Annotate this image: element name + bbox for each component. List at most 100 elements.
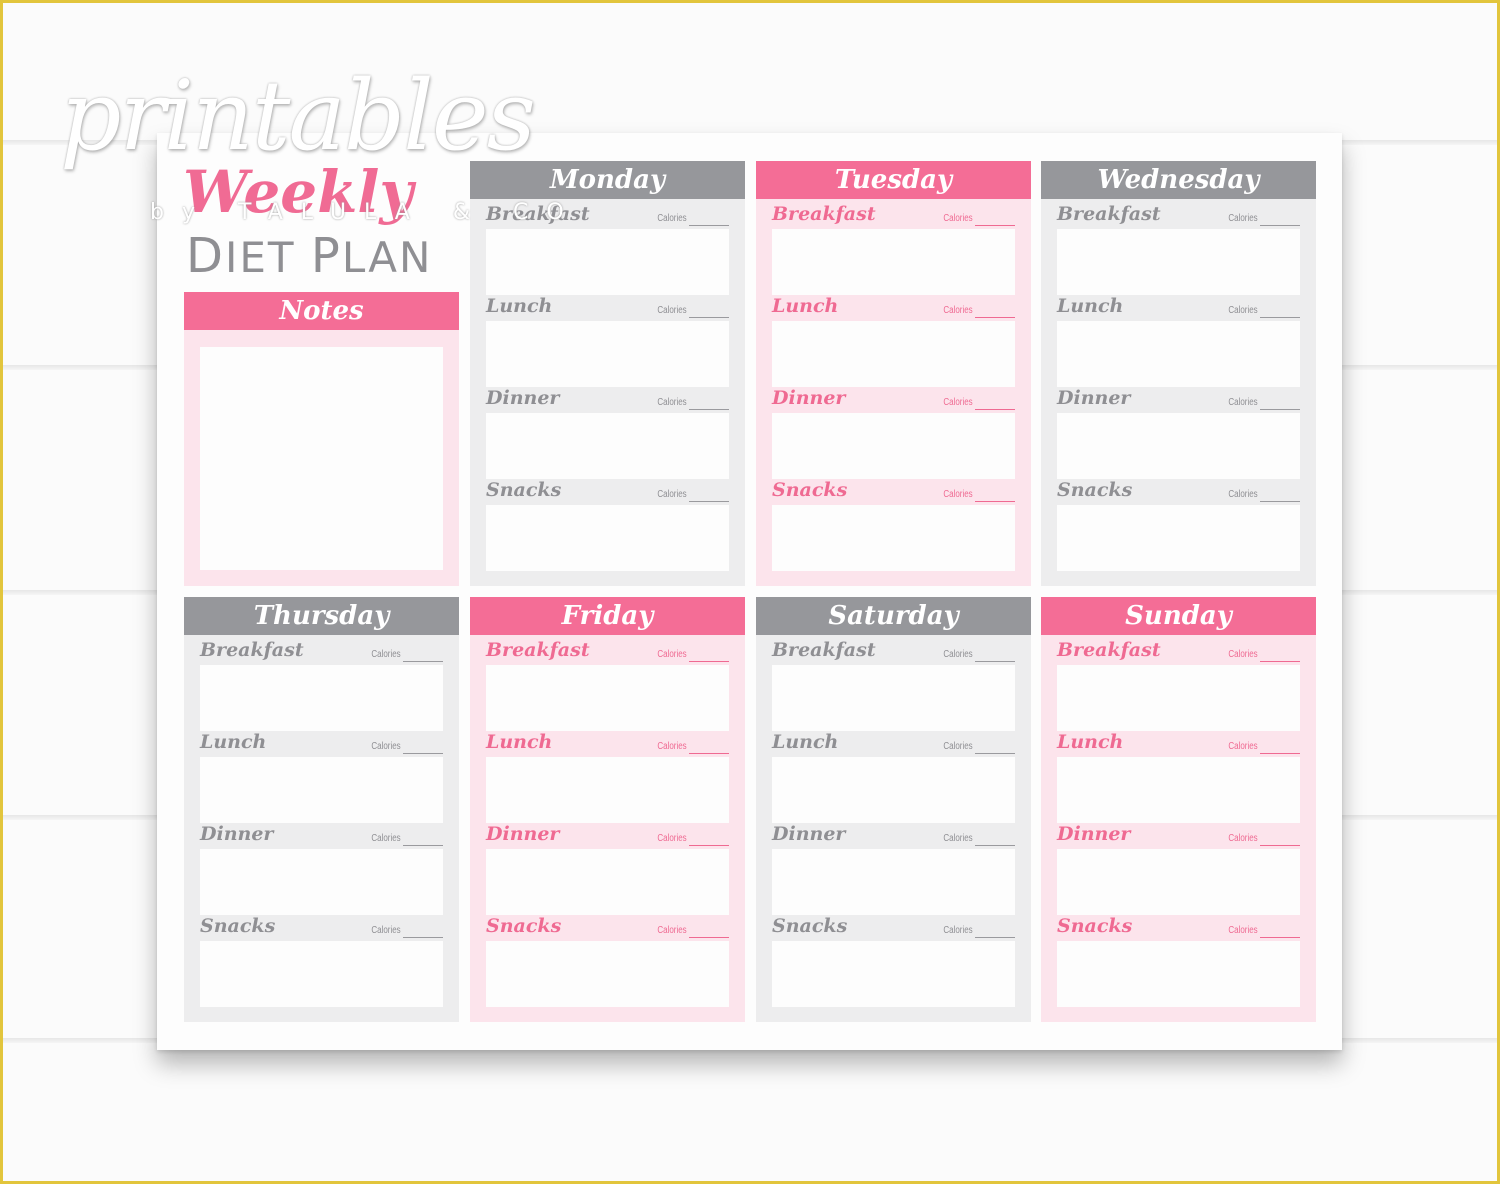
calories-label: Calories xyxy=(371,649,401,660)
calories-input-line[interactable] xyxy=(975,845,1015,846)
meal-label: Lunch xyxy=(486,295,553,317)
meal-writing-area[interactable] xyxy=(200,849,443,915)
calories-input-line[interactable] xyxy=(975,753,1015,754)
calories-input-line[interactable] xyxy=(975,501,1015,502)
meal-writing-area[interactable] xyxy=(200,665,443,731)
meal-label: Dinner xyxy=(200,823,274,845)
meal-writing-area[interactable] xyxy=(486,321,729,387)
calories-label: Calories xyxy=(943,305,973,316)
title-diet-plan-text: DIET PLAN xyxy=(186,228,433,284)
calories-label: Calories xyxy=(657,833,687,844)
meal-writing-area[interactable] xyxy=(772,849,1015,915)
calories-input-line[interactable] xyxy=(689,409,729,410)
meal-label: Dinner xyxy=(1057,387,1131,409)
day-header: Wednesday xyxy=(1041,161,1316,199)
calories-label: Calories xyxy=(657,489,687,500)
day-body: Breakfast Calories Lunch Calories Dinner Calo… xyxy=(1041,199,1316,586)
calories-input-line[interactable] xyxy=(975,225,1015,226)
calories-label: Calories xyxy=(943,833,973,844)
calories-label: Calories xyxy=(371,741,401,752)
calories-label: Calories xyxy=(657,925,687,936)
calories-input-line[interactable] xyxy=(975,409,1015,410)
meal-section-snacks: Snacks Calories xyxy=(772,911,1015,1007)
calories-input-line[interactable] xyxy=(689,225,729,226)
calories-input-line[interactable] xyxy=(689,753,729,754)
meal-label: Dinner xyxy=(772,823,846,845)
meal-section-breakfast: Breakfast Calories xyxy=(1057,635,1300,731)
calories-label: Calories xyxy=(1228,305,1258,316)
calories-input-line[interactable] xyxy=(689,501,729,502)
day-body: Breakfast Calories Lunch Calories Dinner Calo… xyxy=(1041,635,1316,1022)
calories-input-line[interactable] xyxy=(1260,753,1300,754)
meal-section-dinner: Dinner Calories xyxy=(486,383,729,479)
calories-input-line[interactable] xyxy=(403,937,443,938)
day-body: Breakfast Calories Lunch Calories Dinner Calo… xyxy=(470,635,745,1022)
calories-input-line[interactable] xyxy=(403,753,443,754)
notes-writing-area[interactable] xyxy=(200,347,443,570)
meal-writing-area[interactable] xyxy=(200,941,443,1007)
calories-input-line[interactable] xyxy=(403,845,443,846)
meal-section-snacks: Snacks Calories xyxy=(486,475,729,571)
meal-writing-area[interactable] xyxy=(772,229,1015,295)
calories-label: Calories xyxy=(657,741,687,752)
meal-writing-area[interactable] xyxy=(486,505,729,571)
meal-writing-area[interactable] xyxy=(1057,505,1300,571)
meal-writing-area[interactable] xyxy=(772,321,1015,387)
day-panel-tuesday: Tuesday Breakfast Calories Lunch Calories Din… xyxy=(756,161,1031,586)
meal-writing-area[interactable] xyxy=(1057,321,1300,387)
meal-writing-area[interactable] xyxy=(1057,849,1300,915)
day-body: Breakfast Calories Lunch Calories Dinner Calo… xyxy=(184,635,459,1022)
meal-section-breakfast: Breakfast Calories xyxy=(772,635,1015,731)
meal-writing-area[interactable] xyxy=(486,229,729,295)
meal-writing-area[interactable] xyxy=(200,757,443,823)
meal-writing-area[interactable] xyxy=(772,505,1015,571)
meal-label: Snacks xyxy=(772,915,848,937)
calories-input-line[interactable] xyxy=(689,845,729,846)
meal-writing-area[interactable] xyxy=(486,665,729,731)
meal-label: Snacks xyxy=(486,479,562,501)
calories-label: Calories xyxy=(371,833,401,844)
watermark-printables: printables xyxy=(60,60,536,172)
meal-section-dinner: Dinner Calories xyxy=(772,819,1015,915)
meal-writing-area[interactable] xyxy=(772,941,1015,1007)
meal-writing-area[interactable] xyxy=(486,941,729,1007)
calories-input-line[interactable] xyxy=(403,661,443,662)
calories-input-line[interactable] xyxy=(689,661,729,662)
meal-label: Dinner xyxy=(1057,823,1131,845)
calories-input-line[interactable] xyxy=(975,937,1015,938)
meal-writing-area[interactable] xyxy=(772,413,1015,479)
meal-writing-area[interactable] xyxy=(1057,229,1300,295)
meal-label: Snacks xyxy=(486,915,562,937)
calories-input-line[interactable] xyxy=(1260,845,1300,846)
meal-writing-area[interactable] xyxy=(1057,413,1300,479)
meal-section-dinner: Dinner Calories xyxy=(200,819,443,915)
meal-writing-area[interactable] xyxy=(772,757,1015,823)
meal-writing-area[interactable] xyxy=(486,413,729,479)
meal-section-lunch: Lunch Calories xyxy=(200,727,443,823)
calories-input-line[interactable] xyxy=(1260,661,1300,662)
calories-input-line[interactable] xyxy=(1260,225,1300,226)
meal-label: Lunch xyxy=(1057,731,1124,753)
calories-input-line[interactable] xyxy=(1260,501,1300,502)
meal-writing-area[interactable] xyxy=(486,757,729,823)
meal-writing-area[interactable] xyxy=(1057,941,1300,1007)
meal-label: Breakfast xyxy=(772,203,876,225)
calories-input-line[interactable] xyxy=(1260,937,1300,938)
meal-writing-area[interactable] xyxy=(772,665,1015,731)
calories-input-line[interactable] xyxy=(975,661,1015,662)
calories-input-line[interactable] xyxy=(975,317,1015,318)
meal-section-snacks: Snacks Calories xyxy=(1057,911,1300,1007)
meal-writing-area[interactable] xyxy=(486,849,729,915)
calories-input-line[interactable] xyxy=(689,937,729,938)
meal-label: Breakfast xyxy=(486,639,590,661)
meal-writing-area[interactable] xyxy=(1057,665,1300,731)
calories-input-line[interactable] xyxy=(1260,409,1300,410)
meal-writing-area[interactable] xyxy=(1057,757,1300,823)
meal-label: Lunch xyxy=(772,295,839,317)
day-body: Breakfast Calories Lunch Calories Dinner Calo… xyxy=(470,199,745,586)
day-panel-wednesday: Wednesday Breakfast Calories Lunch Calories D… xyxy=(1041,161,1316,586)
day-header: Sunday xyxy=(1041,597,1316,635)
calories-input-line[interactable] xyxy=(689,317,729,318)
meal-section-breakfast: Breakfast Calories xyxy=(772,199,1015,295)
calories-input-line[interactable] xyxy=(1260,317,1300,318)
